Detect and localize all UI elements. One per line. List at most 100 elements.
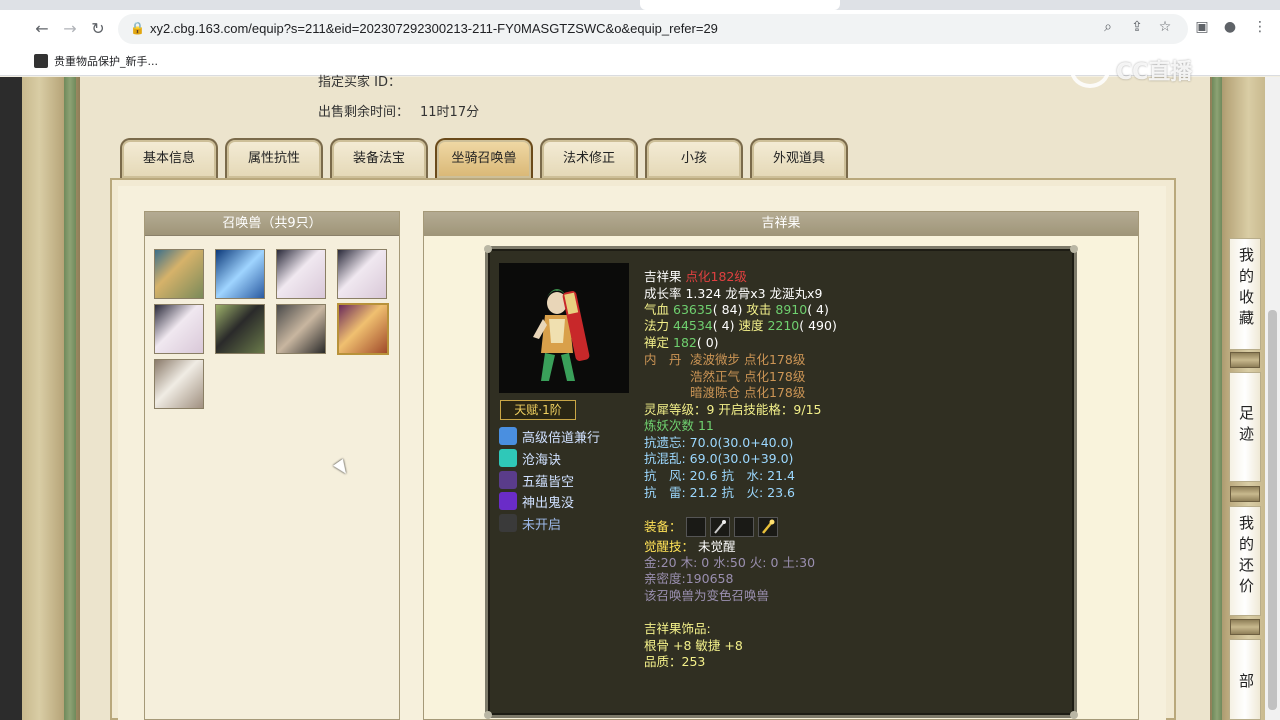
tab-basic-info[interactable]: 基本信息 [120, 138, 218, 178]
spd-value: 2210 [767, 318, 800, 333]
back-to-top-button[interactable]: 返回顶部 [1229, 639, 1261, 720]
tab-spell-mods[interactable]: 法术修正 [540, 138, 638, 178]
browser-tab-strip [0, 0, 1280, 10]
spd-label: 速度 [738, 318, 764, 333]
stream-watermark: CC直播 [1070, 52, 1240, 88]
skill-item[interactable]: 神出鬼没 [499, 492, 575, 511]
card-corner-icon [484, 245, 492, 253]
equip-label: 装备： [644, 519, 682, 534]
reload-icon[interactable]: ↻ [88, 19, 108, 39]
calm-extra: ( 0) [696, 335, 719, 350]
scroll-frame-left-trim [64, 77, 76, 720]
hp-value: 63635 [673, 302, 713, 317]
share-icon[interactable]: ⇪ [1127, 19, 1147, 35]
bookmark-item[interactable]: 贵重物品保护_新手... [34, 53, 158, 69]
time-remaining-value: 11时17分 [420, 105, 480, 120]
tab-children[interactable]: 小孩 [645, 138, 743, 178]
hp-atk-line: 气血 63635( 84) 攻击 8910( 4) [644, 302, 829, 318]
skill-void-icon [499, 471, 517, 489]
summon-thumb-8[interactable] [337, 303, 389, 355]
tab-equipment[interactable]: 装备法宝 [330, 138, 428, 178]
side-separator [1230, 486, 1260, 502]
skill-item[interactable]: 未开启 [499, 514, 561, 533]
summon-thumb-5[interactable] [154, 304, 204, 354]
resist-chaos-line: 抗混乱: 69.0(30.0+39.0) [644, 451, 794, 466]
mp-extra: ( 4) [712, 318, 735, 333]
side-panel-icon[interactable]: ▣ [1192, 19, 1212, 35]
my-counter-offers-button[interactable]: 我的还价 [1229, 506, 1261, 616]
spd-extra: ( 490) [799, 318, 837, 333]
side-button-label: 返回顶部 [1237, 673, 1255, 694]
hp-label: 气血 [644, 302, 670, 317]
atk-value: 8910 [775, 302, 808, 317]
mp-label: 法力 [644, 318, 670, 333]
calm-label: 禅定 [644, 335, 670, 350]
lock-icon: 🔒 [130, 21, 145, 35]
summon-thumb-6[interactable] [215, 304, 265, 354]
tab-attributes[interactable]: 属性抗性 [225, 138, 323, 178]
url-field[interactable]: 🔒 xy2.cbg.163.com/equip?s=211&eid=202307… [118, 14, 1188, 44]
skill-locked-icon [499, 514, 517, 532]
skill-item[interactable]: 五蕴皆空 [499, 471, 574, 490]
skill-label: 沧海诀 [522, 452, 562, 468]
equip-slot-1[interactable] [686, 517, 706, 537]
zoom-icon[interactable]: ⌕ [1098, 19, 1118, 35]
skill-speed-icon [499, 427, 517, 445]
equip-slot-4[interactable] [758, 517, 778, 537]
skill-item[interactable]: 沧海诀 [499, 449, 562, 468]
spirit-line: 灵犀等级：9 开启技能格：9/15 [644, 402, 822, 417]
page-scrollbar-thumb[interactable] [1268, 310, 1277, 710]
equip-slot-2[interactable] [710, 517, 730, 537]
side-separator [1230, 619, 1260, 635]
calm-value: 182 [673, 335, 697, 350]
tab-appearance[interactable]: 外观道具 [750, 138, 848, 178]
summon-thumb-9[interactable] [154, 359, 204, 409]
side-separator [1230, 352, 1260, 368]
skill-item[interactable]: 高级倍道兼行 [499, 427, 601, 446]
summon-detail-title: 吉祥果 [424, 212, 1138, 236]
refine-line: 炼妖次数 11 [644, 418, 714, 433]
tab-mounts-summons[interactable]: 坐骑召唤兽 [435, 138, 533, 178]
summon-thumb-1[interactable] [154, 249, 204, 299]
summon-level: 点化182级 [685, 269, 747, 284]
growth-line: 成长率 1.324 龙骨x3 龙涎丸x9 [644, 286, 823, 301]
resist-forget-line: 抗遗忘: 70.0(30.0+40.0) [644, 435, 794, 450]
hp-extra: ( 84) [712, 302, 743, 317]
buyer-id-label: 指定买家 ID： [318, 75, 401, 90]
bookmark-star-icon[interactable]: ☆ [1155, 19, 1175, 35]
equip-slot-3[interactable] [734, 517, 754, 537]
equip-golden-staff-icon [762, 519, 775, 534]
intimacy-line: 亲密度:190658 [644, 571, 734, 586]
talent-badge[interactable]: 天赋·1阶 [500, 400, 576, 420]
menu-kebab-icon[interactable]: ⋮ [1250, 19, 1270, 35]
atk-label: 攻击 [746, 302, 772, 317]
profile-avatar-icon[interactable]: ● [1220, 19, 1240, 35]
summon-list-title: 召唤兽（共9只） [145, 212, 399, 236]
address-bar-row: ← → ↻ 🔒 xy2.cbg.163.com/equip?s=211&eid=… [0, 10, 1280, 48]
url-text[interactable]: xy2.cbg.163.com/equip?s=211&eid=20230729… [150, 21, 718, 36]
skill-label: 高级倍道兼行 [522, 430, 601, 446]
browser-tab-active[interactable] [640, 0, 840, 10]
scroll-frame-right-trim [1212, 77, 1222, 720]
summon-thumb-3[interactable] [276, 249, 326, 299]
bookmark-label: 贵重物品保护_新手... [54, 55, 158, 68]
ornament-title: 吉祥果饰品: [644, 621, 711, 636]
variant-line: 该召唤兽为变色召唤兽 [644, 588, 770, 603]
card-corner-icon [1070, 245, 1078, 253]
footprint-button[interactable]: 足迹 [1229, 372, 1261, 482]
ornament-quality: 品质：253 [644, 654, 706, 669]
forward-arrow-icon[interactable]: → [60, 19, 80, 39]
awaken-label: 觉醒技： [644, 539, 695, 554]
card-corner-icon [1070, 711, 1078, 719]
skill-stealth-icon [499, 492, 517, 510]
summon-thumb-7[interactable] [276, 304, 326, 354]
resist-wind-water-line: 抗 风: 20.6 抗 水: 21.4 [644, 468, 796, 483]
my-favorites-button[interactable]: 我的收藏 [1229, 238, 1261, 350]
watermark-text: CC直播 [1116, 60, 1193, 85]
summon-thumb-4[interactable] [337, 249, 387, 299]
ornament-stats: 根骨 +8 敏捷 +8 [644, 638, 743, 653]
summon-thumb-2[interactable] [215, 249, 265, 299]
watermark-logo-icon [1070, 52, 1110, 88]
back-arrow-icon[interactable]: ← [32, 19, 52, 39]
skill-label: 神出鬼没 [522, 495, 575, 511]
